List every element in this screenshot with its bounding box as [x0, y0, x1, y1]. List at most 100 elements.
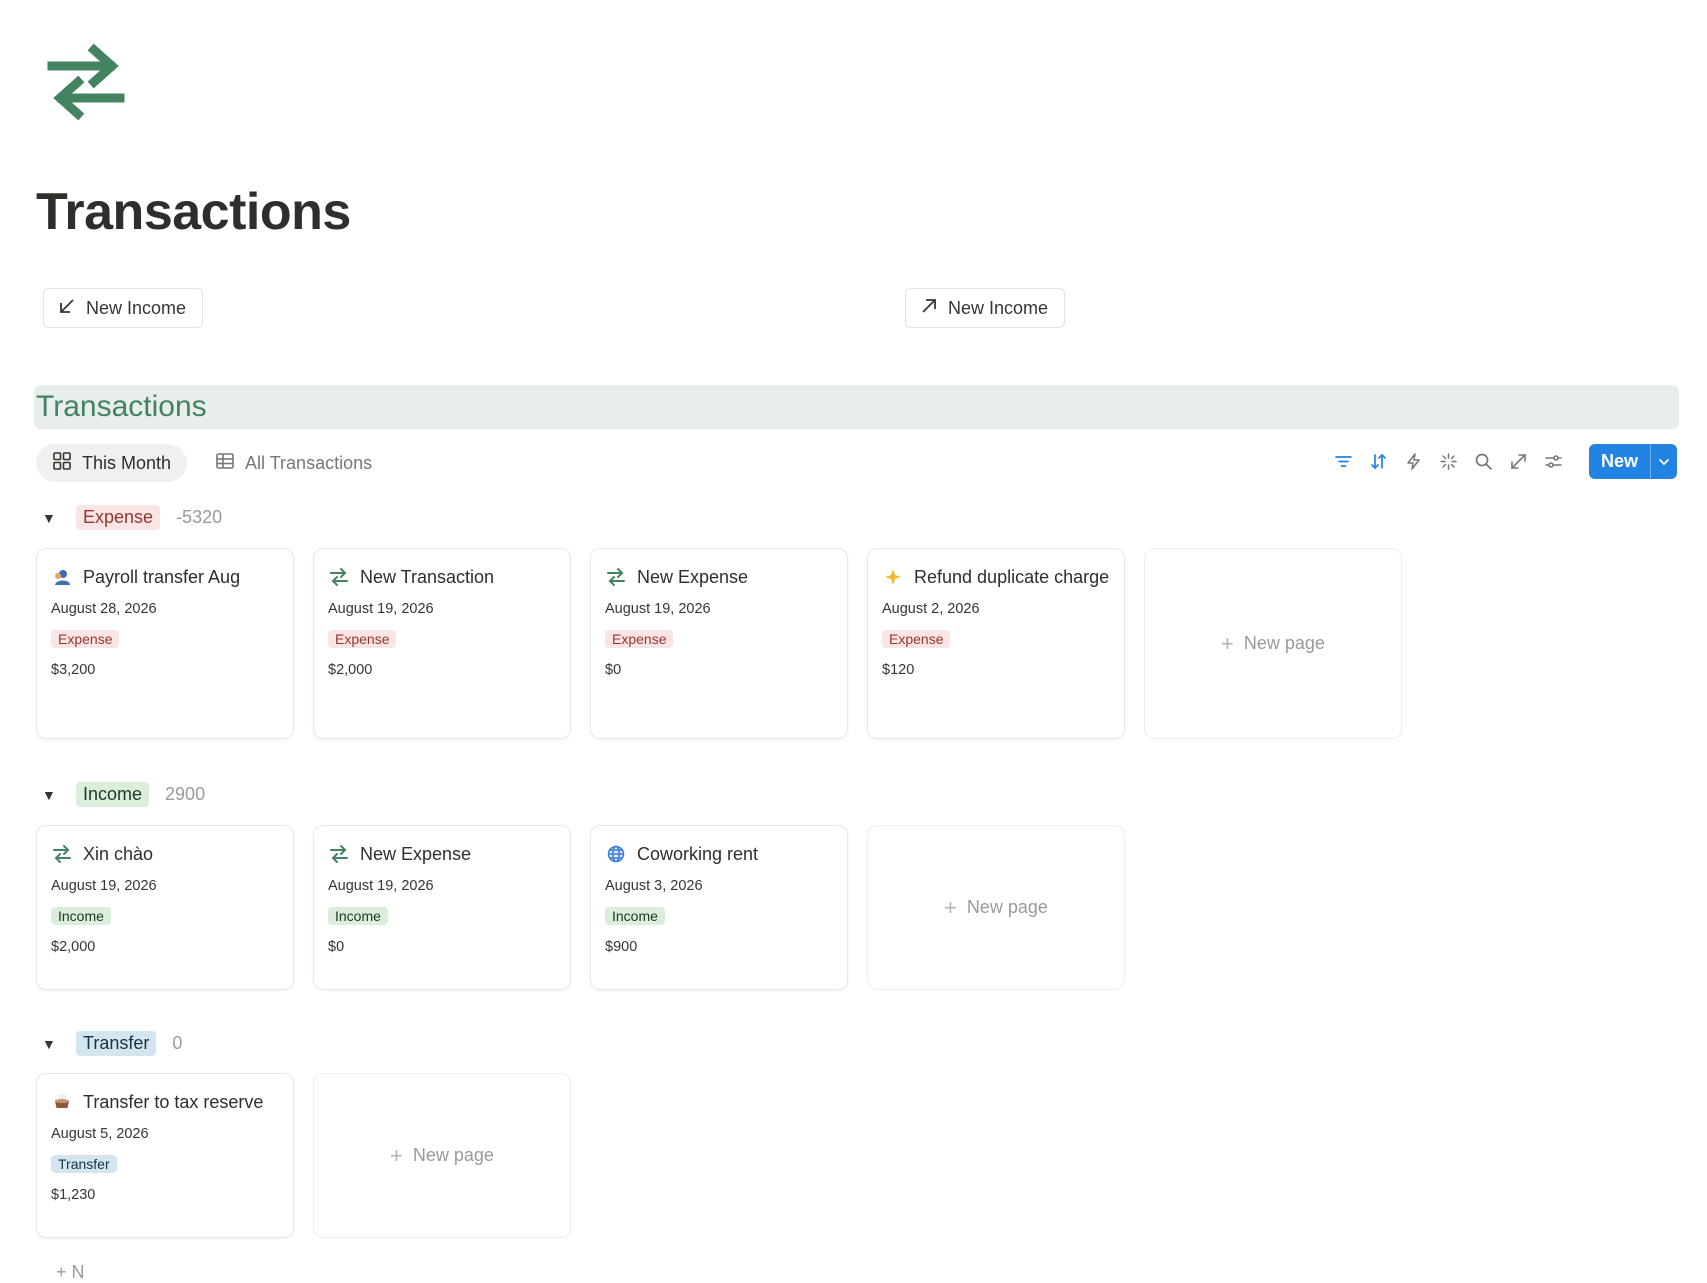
card-amount: $2,000 [51, 939, 96, 955]
card-row-transfer: Transfer to tax reserve August 5, 2026 T… [36, 1073, 571, 1238]
filter-icon[interactable] [1332, 450, 1355, 473]
new-page-label: New page [1243, 633, 1325, 653]
new-income-label: New Income [86, 297, 187, 318]
table-icon [215, 451, 235, 476]
board-icon [52, 451, 72, 476]
tab-label: This Month [82, 452, 172, 473]
arrow-up-right-icon [920, 297, 938, 320]
triangle-down-icon[interactable]: ▼ [42, 787, 60, 803]
new-income-label: New Income [948, 297, 1049, 318]
tag-badge: Expense [605, 630, 674, 648]
card[interactable]: Xin chào August 19, 2026 Income $2,000 [36, 825, 294, 990]
group-count: 2900 [165, 784, 206, 804]
new-page-card[interactable]: + New page [313, 1073, 571, 1238]
card[interactable]: Payroll transfer Aug August 28, 2026 Exp… [36, 548, 294, 739]
card-date: August 28, 2026 [51, 601, 157, 617]
card-amount: $0 [328, 939, 345, 955]
tag-badge: Expense [328, 630, 397, 648]
card-amount: $120 [882, 662, 915, 678]
sort-icon[interactable] [1367, 450, 1390, 473]
group-label: Expense [76, 505, 161, 530]
settings-icon[interactable] [1542, 450, 1565, 473]
database-title-text: Transactions [36, 390, 207, 423]
card-title: Payroll transfer Aug [83, 567, 241, 587]
card-amount: $3,200 [51, 662, 96, 678]
tag-badge: Transfer [51, 1155, 117, 1173]
group-label: Income [76, 782, 150, 807]
tag-badge: Expense [882, 630, 951, 648]
card-title: Transfer to tax reserve [83, 1092, 264, 1112]
group-header-income: ▼ Income 2900 [42, 782, 205, 807]
card-amount: $0 [605, 662, 622, 678]
card-row-expense: Payroll transfer Aug August 28, 2026 Exp… [36, 548, 1402, 739]
card-date: August 19, 2026 [51, 878, 157, 894]
group-label: Transfer [76, 1031, 157, 1056]
new-page-card[interactable]: + New page [1144, 548, 1402, 739]
card-date: August 19, 2026 [328, 878, 434, 894]
card-title: New Expense [360, 844, 472, 864]
search-icon[interactable] [1472, 450, 1495, 473]
person-icon [51, 563, 73, 591]
arrows-exchange-icon [605, 563, 627, 591]
tag-badge: Income [51, 907, 111, 925]
tag-badge: Expense [51, 630, 120, 648]
tab-all-transactions[interactable]: All Transactions [199, 444, 388, 482]
card[interactable]: Refund duplicate charge August 2, 2026 E… [867, 548, 1125, 739]
group-header-transfer: ▼ Transfer 0 [42, 1031, 182, 1056]
sparkle-icon [882, 563, 904, 591]
card-title: New Transaction [360, 567, 495, 587]
tag-badge: Income [605, 907, 665, 925]
ai-icon[interactable] [1437, 450, 1460, 473]
card-amount: $1,230 [51, 1187, 96, 1203]
card-date: August 3, 2026 [605, 878, 703, 894]
card-title: Refund duplicate charge [914, 567, 1110, 587]
tab-this-month[interactable]: This Month [36, 444, 188, 482]
new-page-label: New page [966, 897, 1048, 917]
group-count: 0 [172, 1033, 183, 1053]
triangle-down-icon[interactable]: ▼ [42, 510, 60, 526]
card-amount: $2,000 [328, 662, 373, 678]
card[interactable]: Coworking rent August 3, 2026 Income $90… [590, 825, 848, 990]
new-page-card[interactable]: + New page [867, 825, 1125, 990]
view-tabs: This Month All Transactions [36, 444, 388, 482]
arrow-down-left-icon [58, 297, 76, 320]
expand-icon[interactable] [1507, 450, 1530, 473]
card-date: August 2, 2026 [882, 601, 980, 617]
card-amount: $900 [605, 939, 638, 955]
card-date: August 19, 2026 [328, 601, 434, 617]
triangle-down-icon[interactable]: ▼ [42, 1036, 60, 1052]
tab-label: All Transactions [245, 452, 373, 473]
card-title: Xin chào [83, 844, 154, 864]
card[interactable]: New Expense August 19, 2026 Income $0 [313, 825, 571, 990]
new-button-group: New [1588, 444, 1677, 479]
globe-icon [605, 840, 627, 868]
group-header-expense: ▼ Expense -5320 [42, 505, 222, 530]
arrows-exchange-icon[interactable] [44, 40, 128, 124]
card-date: August 5, 2026 [51, 1126, 149, 1142]
new-income-button-2[interactable]: New Income [905, 288, 1066, 328]
chevron-down-icon[interactable] [1650, 444, 1677, 479]
arrows-exchange-icon [328, 563, 350, 591]
card-date: August 19, 2026 [605, 601, 711, 617]
card[interactable]: New Transaction August 19, 2026 Expense … [313, 548, 571, 739]
card[interactable]: New Expense August 19, 2026 Expense $0 [590, 548, 848, 739]
arrows-exchange-icon [328, 840, 350, 868]
new-button[interactable]: New [1589, 444, 1650, 479]
arrows-exchange-icon [51, 840, 73, 868]
new-page-label: New page [412, 1145, 494, 1165]
database-toolbar: New [1332, 444, 1677, 479]
card-row-income: Xin chào August 19, 2026 Income $2,000 N… [36, 825, 1125, 990]
new-income-button[interactable]: New Income [43, 288, 204, 328]
card-title: New Expense [637, 567, 749, 587]
plus-icon: + [944, 894, 957, 920]
plus-icon: + [1221, 630, 1234, 656]
card[interactable]: Transfer to tax reserve August 5, 2026 T… [36, 1073, 294, 1238]
card-title: Coworking rent [637, 844, 759, 864]
tag-badge: Income [328, 907, 388, 925]
plus-icon: + [390, 1142, 403, 1168]
automation-icon[interactable] [1402, 450, 1425, 473]
group-count: -5320 [176, 507, 223, 527]
coffee-icon [51, 1088, 73, 1116]
page-title: Transactions [36, 183, 351, 241]
database-title[interactable]: Transactions [34, 385, 1679, 429]
